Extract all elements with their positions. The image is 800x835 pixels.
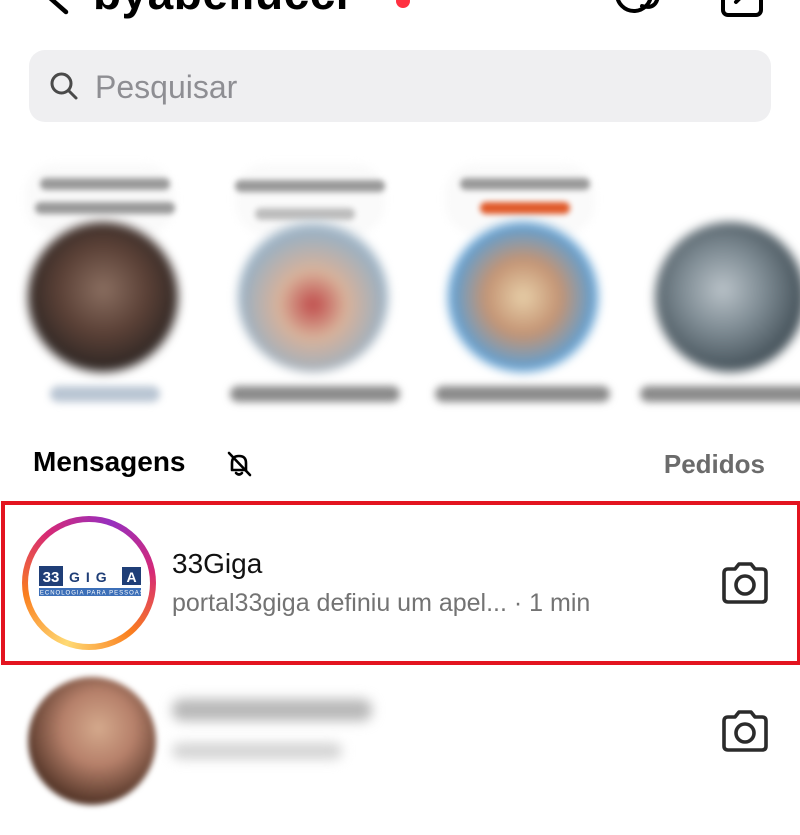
requests-link[interactable]: Pedidos — [664, 449, 765, 480]
svg-text:A: A — [126, 569, 136, 585]
svg-text:TECNOLOGIA PARA PESSOAS: TECNOLOGIA PARA PESSOAS — [39, 591, 141, 597]
avatar: 33 GIG A TECNOLOGIA PARA PESSOAS — [22, 516, 156, 650]
preview-time: · 1 min — [513, 589, 591, 617]
story-item[interactable] — [420, 150, 620, 430]
33giga-logo: 33 GIG A TECNOLOGIA PARA PESSOAS — [39, 566, 141, 597]
preview-text: portal33giga definiu um apel... — [172, 589, 507, 617]
search-input[interactable] — [93, 50, 757, 124]
bell-off-icon — [225, 450, 253, 478]
thread-name — [172, 699, 372, 721]
camera-icon[interactable] — [720, 561, 770, 605]
back-arrow-icon[interactable] — [40, 0, 76, 16]
header: byabellucci — [0, 0, 800, 30]
messages-section-title: Mensagens — [33, 446, 186, 477]
thread-name: 33Giga — [172, 548, 263, 579]
avatar — [238, 222, 388, 372]
camera-icon[interactable] — [720, 709, 770, 753]
story-item[interactable] — [210, 150, 410, 430]
thread-preview — [172, 743, 342, 759]
story-item[interactable] — [630, 150, 800, 430]
avatar — [448, 222, 598, 372]
threads-icon[interactable] — [612, 0, 664, 20]
notification-dot — [396, 0, 410, 8]
story-item[interactable] — [0, 150, 200, 430]
thread-preview: portal33giga definiu um apel... · 1 min — [172, 589, 590, 618]
avatar — [28, 222, 178, 372]
stories-row — [0, 150, 800, 430]
new-message-icon[interactable] — [720, 0, 766, 20]
avatar — [655, 222, 800, 372]
svg-text:33: 33 — [43, 569, 60, 586]
thread-33giga[interactable]: 33 GIG A TECNOLOGIA PARA PESSOAS 33Giga … — [0, 501, 800, 661]
thread-item[interactable] — [0, 675, 800, 835]
svg-text:GIG: GIG — [69, 569, 113, 585]
search-icon — [49, 71, 79, 101]
account-username[interactable]: byabellucci — [93, 0, 349, 20]
chevron-down-icon[interactable] — [365, 0, 385, 4]
avatar — [28, 677, 156, 805]
search-bar[interactable] — [29, 50, 771, 124]
